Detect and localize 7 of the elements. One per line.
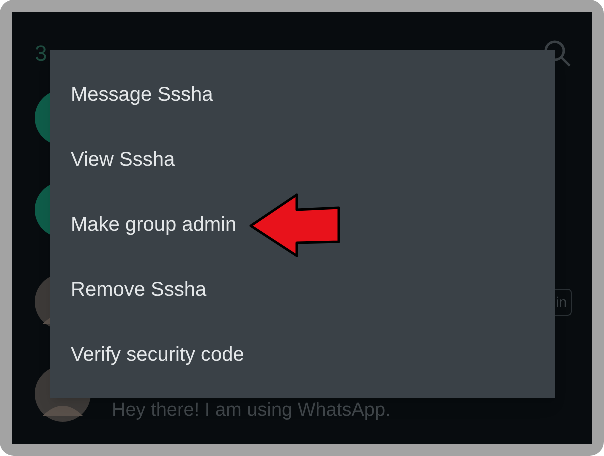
header-title: 3 [35,40,48,68]
status-text: Hey there! I am using WhatsApp. [112,398,391,423]
menu-item[interactable]: Make group admin [71,210,237,240]
menu-item[interactable]: Verify security code [71,340,244,370]
menu-item[interactable]: Message Sssha [71,80,214,110]
menu-item[interactable]: View Sssha [71,144,176,174]
menu-item[interactable]: Remove Sssha [71,274,207,304]
